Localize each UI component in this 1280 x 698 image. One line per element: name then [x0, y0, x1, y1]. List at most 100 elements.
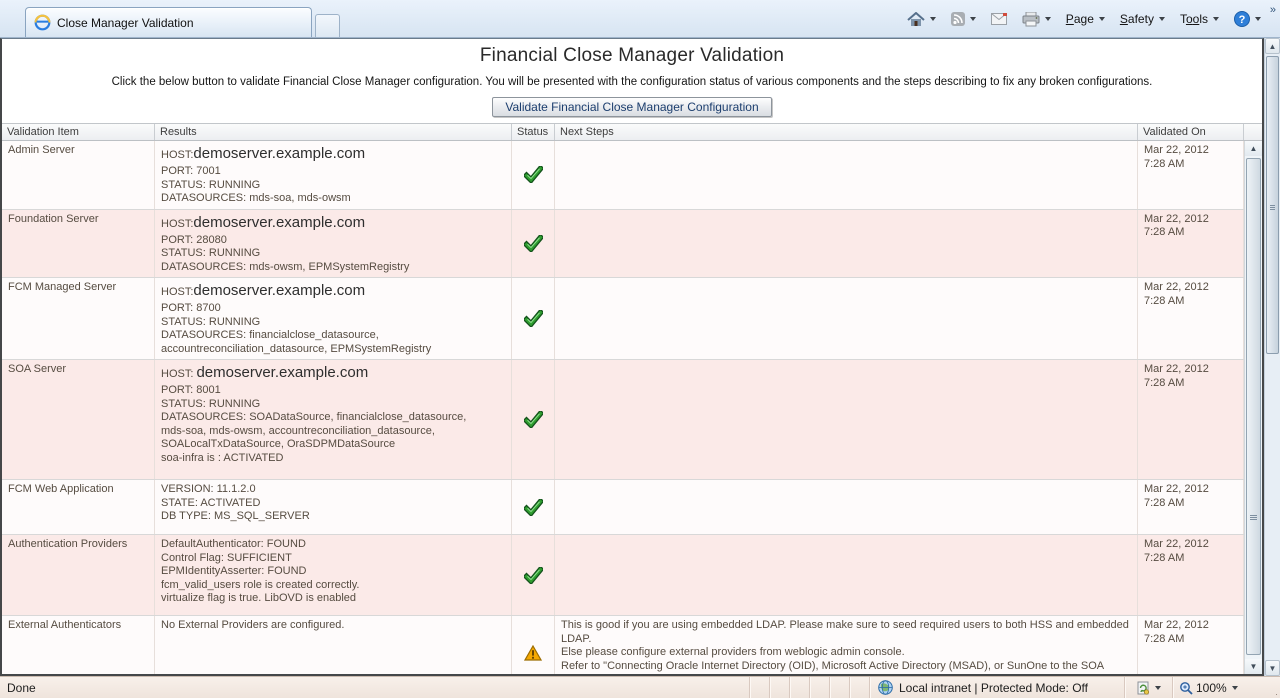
zoom-level-text: 100% — [1196, 681, 1227, 695]
page-content-frame: Financial Close Manager Validation Click… — [0, 38, 1264, 676]
help-dropdown-caret[interactable] — [1255, 17, 1261, 21]
validation-item-cell: Foundation Server — [2, 210, 155, 278]
success-check-icon — [524, 166, 543, 183]
window-scrollbar-track[interactable] — [1265, 54, 1280, 660]
status-cell — [512, 278, 555, 359]
window-scroll-up-button[interactable]: ▲ — [1265, 38, 1280, 54]
validated-on-cell: Mar 22, 20127:28 AM — [1138, 535, 1244, 615]
home-dropdown-caret[interactable] — [930, 17, 936, 21]
menu-dropdown-caret[interactable] — [1159, 17, 1165, 21]
table-header-row: Validation ItemResultsStatusNext StepsVa… — [2, 123, 1262, 141]
browser-tab[interactable]: Close Manager Validation — [25, 7, 312, 37]
table-row[interactable]: Authentication ProvidersDefaultAuthentic… — [2, 535, 1244, 616]
success-check-icon — [524, 567, 543, 584]
next-steps-cell — [555, 278, 1138, 359]
page-description: Click the below button to validate Finan… — [2, 76, 1262, 88]
home-icon — [907, 12, 925, 27]
tab-title: Close Manager Validation — [57, 16, 194, 30]
menu-dropdown-caret[interactable] — [1213, 17, 1219, 21]
validated-on-cell: Mar 22, 20127:28 AM — [1138, 616, 1244, 674]
column-header-status[interactable]: Status — [512, 124, 555, 140]
table-scroll-down-button[interactable]: ▼ — [1245, 659, 1262, 674]
column-header-validation-item[interactable]: Validation Item — [2, 124, 155, 140]
status-bar: Done Local intranet | Protected Mode: Of… — [0, 676, 1280, 698]
status-cell — [512, 616, 555, 674]
next-steps-cell — [555, 210, 1138, 278]
new-tab-button[interactable] — [315, 14, 340, 37]
printer-icon — [1022, 12, 1040, 27]
status-cell — [512, 480, 555, 534]
security-zone-indicator[interactable]: Local intranet | Protected Mode: Off — [869, 677, 1124, 698]
next-steps-cell — [555, 535, 1138, 615]
table-row[interactable]: SOA ServerHOST: demoserver.example.comPO… — [2, 360, 1244, 480]
validated-on-cell: Mar 22, 20127:28 AM — [1138, 278, 1244, 359]
validation-table-body: Admin Server HOST:demoserver.example.comP… — [2, 141, 1244, 674]
print-dropdown-caret[interactable] — [1045, 17, 1051, 21]
menu-tools[interactable]: Tools — [1177, 10, 1222, 28]
status-bar-cell — [749, 677, 769, 698]
next-steps-cell — [555, 141, 1138, 209]
table-scroll-up-button[interactable]: ▲ — [1245, 141, 1262, 156]
validate-configuration-button[interactable]: Validate Financial Close Manager Configu… — [492, 97, 771, 117]
zoom-level-button[interactable]: 100% — [1172, 677, 1264, 698]
validated-on-cell: Mar 22, 20127:28 AM — [1138, 480, 1244, 534]
compatibility-dropdown-caret[interactable] — [1155, 686, 1161, 690]
table-row[interactable]: Foundation ServerHOST:demoserver.example… — [2, 210, 1244, 279]
menu-safety[interactable]: Safety — [1117, 10, 1168, 28]
help-icon: ? — [1234, 11, 1250, 27]
window-scroll-down-button[interactable]: ▼ — [1265, 660, 1280, 676]
table-row[interactable]: FCM Managed ServerHOST:demoserver.exampl… — [2, 278, 1244, 360]
feeds-button[interactable] — [948, 10, 979, 28]
menu-label: Safety — [1120, 12, 1154, 26]
feeds-dropdown-caret[interactable] — [970, 17, 976, 21]
window-scrollbar[interactable]: ▲ ▼ — [1264, 38, 1280, 676]
column-header-filler — [1244, 124, 1262, 140]
column-header-results[interactable]: Results — [155, 124, 512, 140]
zoom-magnifier-icon — [1179, 681, 1193, 695]
rss-feeds-icon — [951, 12, 965, 26]
table-scrollbar[interactable]: ▲ ▼ — [1244, 141, 1262, 674]
window-scrollbar-thumb[interactable] — [1266, 56, 1279, 354]
status-cell — [512, 360, 555, 479]
table-row[interactable]: FCM Web ApplicationVERSION: 11.1.2.0STAT… — [2, 480, 1244, 535]
column-header-validated-on[interactable]: Validated On — [1138, 124, 1244, 140]
status-bar-cell — [769, 677, 789, 698]
status-bar-cell — [849, 677, 869, 698]
results-cell: DefaultAuthenticator: FOUNDControl Flag:… — [155, 535, 512, 615]
validated-on-cell: Mar 22, 20127:28 AM — [1138, 210, 1244, 278]
menu-dropdown-caret[interactable] — [1099, 17, 1105, 21]
menu-label: Page — [1066, 12, 1094, 26]
command-bar-menus: Page Safety Tools — [1063, 10, 1222, 28]
zoom-dropdown-caret[interactable] — [1232, 686, 1238, 690]
results-cell: HOST:demoserver.example.comPORT: 8700STA… — [155, 278, 512, 359]
success-check-icon — [524, 235, 543, 252]
window-resize-grip[interactable] — [1264, 677, 1280, 698]
status-bar-cell — [829, 677, 849, 698]
help-button[interactable]: ? — [1231, 9, 1264, 29]
success-check-icon — [524, 310, 543, 327]
ie-favicon — [34, 14, 51, 31]
menu-page[interactable]: Page — [1063, 10, 1108, 28]
table-row[interactable]: Admin ServerHOST:demoserver.example.comP… — [2, 141, 1244, 210]
validation-item-cell: Authentication Providers — [2, 535, 155, 615]
print-button[interactable] — [1019, 10, 1054, 29]
menu-label: Tools — [1180, 12, 1208, 26]
command-bar: PageSafetyTools ? » — [904, 6, 1264, 32]
table-scrollbar-thumb[interactable] — [1246, 158, 1261, 655]
column-header-next-steps[interactable]: Next Steps — [555, 124, 1138, 140]
results-cell: HOST: demoserver.example.comPORT: 8001ST… — [155, 360, 512, 479]
compatibility-view-button[interactable] — [1124, 677, 1172, 698]
validation-item-cell: Admin Server — [2, 141, 155, 209]
table-scrollbar-track[interactable] — [1245, 156, 1262, 659]
overflow-chevron-icon[interactable]: » — [1270, 4, 1276, 16]
intranet-globe-icon — [878, 680, 893, 695]
status-bar-cell — [809, 677, 829, 698]
read-mail-button[interactable] — [988, 11, 1010, 27]
home-button[interactable] — [904, 10, 939, 29]
table-row[interactable]: External AuthenticatorsNo External Provi… — [2, 616, 1244, 674]
results-cell: No External Providers are configured. — [155, 616, 512, 674]
mail-icon — [991, 13, 1007, 25]
success-check-icon — [524, 499, 543, 516]
status-cell — [512, 535, 555, 615]
next-steps-cell — [555, 360, 1138, 479]
